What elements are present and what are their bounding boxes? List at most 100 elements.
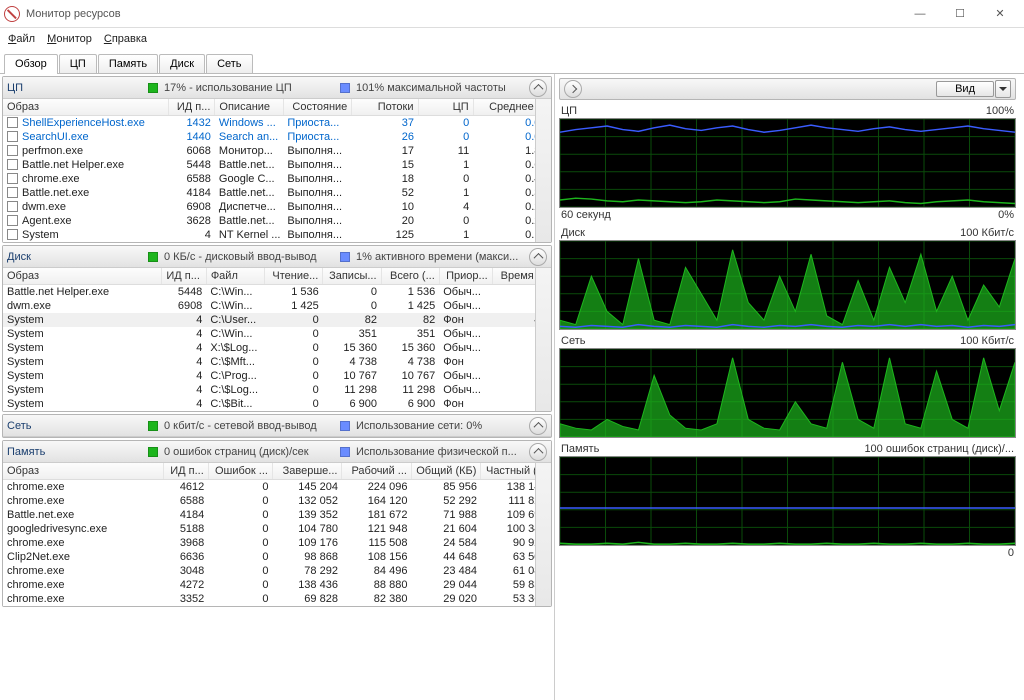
table-row[interactable]: System4C:\$Log...011 29811 298Обыч...2 <box>3 383 551 397</box>
checkbox[interactable] <box>7 159 18 170</box>
table-row[interactable]: chrome.exe3352069 82882 38029 02053 360 <box>3 592 551 606</box>
collapse-icon[interactable] <box>529 79 547 97</box>
table-row[interactable]: chrome.exe46120145 204224 09685 956138 1… <box>3 480 551 495</box>
mem-panel-label: Память <box>7 446 142 458</box>
table-row[interactable]: Clip2Net.exe6636098 868108 15644 64863 5… <box>3 550 551 564</box>
column-header[interactable]: Рабочий ... <box>342 463 412 480</box>
table-row[interactable]: chrome.exe6588Google C...Выполня...1800.… <box>3 172 551 186</box>
column-header[interactable]: Общий (КБ) <box>411 463 481 480</box>
disk-panel-header[interactable]: Диск 0 КБ/с - дисковый ввод-вывод 1% акт… <box>3 246 551 268</box>
mem-panel: Память 0 ошибок страниц (диск)/сек Испол… <box>2 440 552 607</box>
chart-title: Диск <box>561 227 585 239</box>
column-header[interactable]: Потоки <box>352 99 418 116</box>
column-header[interactable]: Чтение... <box>265 268 323 285</box>
column-header[interactable]: ИД п... <box>162 268 206 285</box>
expand-icon[interactable] <box>564 80 582 98</box>
tabbar: Обзор ЦП Память Диск Сеть <box>0 50 1024 74</box>
tab-cpu[interactable]: ЦП <box>59 54 97 73</box>
mem-stat-phys: Использование физической п... <box>356 446 517 458</box>
column-header[interactable]: ИД п... <box>169 99 215 116</box>
scrollbar[interactable] <box>535 463 551 606</box>
menu-monitor[interactable]: Монитор <box>47 33 92 45</box>
collapse-icon[interactable] <box>529 248 547 266</box>
checkbox[interactable] <box>7 215 18 226</box>
menu-help[interactable]: Справка <box>104 33 147 45</box>
table-row[interactable]: Battle.net Helper.exe5448C:\Win...1 5360… <box>3 285 551 300</box>
checkbox[interactable] <box>7 145 18 156</box>
menubar: Файл Монитор Справка <box>0 28 1024 50</box>
legend-green-icon <box>148 252 158 262</box>
table-row[interactable]: System4C:\Prog...010 76710 767Обыч...3 <box>3 369 551 383</box>
maximize-button[interactable]: ☐ <box>940 0 980 28</box>
table-row[interactable]: System4C:\User...08282Фон48 <box>3 313 551 327</box>
tab-disk[interactable]: Диск <box>159 54 205 73</box>
column-header[interactable]: Всего (... <box>381 268 439 285</box>
table-row[interactable]: dwm.exe6908Диспетче...Выполня...1040.25 <box>3 200 551 214</box>
tab-memory[interactable]: Память <box>98 54 158 73</box>
disk-panel: Диск 0 КБ/с - дисковый ввод-вывод 1% акт… <box>2 245 552 412</box>
column-header[interactable]: Заверше... <box>272 463 342 480</box>
close-button[interactable]: ✕ <box>980 0 1020 28</box>
table-row[interactable]: System4C:\Win...0351351Обыч...4 <box>3 327 551 341</box>
table-row[interactable]: chrome.exe3048078 29284 49623 48461 088 <box>3 564 551 578</box>
view-dropdown-icon[interactable] <box>995 80 1011 98</box>
table-row[interactable]: System4NT Kernel ...Выполня...12510.17 <box>3 228 551 242</box>
table-row[interactable]: googledrivesync.exe51880104 780121 94821… <box>3 522 551 536</box>
table-row[interactable]: Battle.net Helper.exe5448Battle.net...Вы… <box>3 158 551 172</box>
mem-table: ОбразИД п...Ошибок ...Заверше...Рабочий … <box>3 463 551 606</box>
table-row[interactable]: ShellExperienceHost.exe1432Windows ...Пр… <box>3 116 551 131</box>
cpu-panel-header[interactable]: ЦП 17% - использование ЦП 101% максималь… <box>3 77 551 99</box>
column-header[interactable]: Состояние <box>283 99 351 116</box>
chart-Диск: Диск100 Кбит/с <box>559 226 1016 330</box>
table-row[interactable]: chrome.exe65880132 052164 12052 292111 8… <box>3 494 551 508</box>
column-header[interactable]: Файл <box>206 268 264 285</box>
table-row[interactable]: perfmon.exe6068Монитор...Выполня...17111… <box>3 144 551 158</box>
checkbox[interactable] <box>7 201 18 212</box>
checkbox[interactable] <box>7 187 18 198</box>
table-row[interactable]: chrome.exe39680109 176115 50824 58490 92… <box>3 536 551 550</box>
view-button[interactable]: Вид <box>936 81 994 97</box>
minimize-button[interactable]: — <box>900 0 940 28</box>
checkbox[interactable] <box>7 131 18 142</box>
legend-blue-icon <box>340 421 350 431</box>
column-header[interactable]: Приор... <box>439 268 492 285</box>
column-header[interactable]: ИД п... <box>163 463 208 480</box>
menu-file[interactable]: Файл <box>8 33 35 45</box>
net-panel-header[interactable]: Сеть 0 кбит/с - сетевой ввод-вывод Испол… <box>3 415 551 437</box>
table-row[interactable]: Agent.exe3628Battle.net...Выполня...2000… <box>3 214 551 228</box>
table-row[interactable]: Battle.net.exe4184Battle.net...Выполня..… <box>3 186 551 200</box>
table-row[interactable]: System4C:\$Mft...04 7384 738Фон2 <box>3 355 551 369</box>
right-pane: Вид ЦП100% 60 секунд0% Диск100 Кбит/с Се… <box>555 74 1024 700</box>
table-row[interactable]: SearchUI.exe1440Search an...Приоста...26… <box>3 130 551 144</box>
table-row[interactable]: chrome.exe42720138 43688 88029 04459 836 <box>3 578 551 592</box>
chart-footer-right: 0% <box>998 209 1014 221</box>
column-header[interactable]: Образ <box>3 268 162 285</box>
column-header[interactable]: Образ <box>3 463 163 480</box>
table-row[interactable]: dwm.exe6908C:\Win...1 42501 425Обыч...4 <box>3 299 551 313</box>
mem-stat-faults: 0 ошибок страниц (диск)/сек <box>164 446 334 458</box>
collapse-icon[interactable] <box>529 417 547 435</box>
chart-canvas <box>559 118 1016 208</box>
scrollbar[interactable] <box>535 99 551 242</box>
tab-overview[interactable]: Обзор <box>4 54 58 74</box>
scrollbar[interactable] <box>535 268 551 411</box>
column-header[interactable]: ЦП <box>418 99 473 116</box>
mem-panel-header[interactable]: Память 0 ошибок страниц (диск)/сек Испол… <box>3 441 551 463</box>
column-header[interactable]: Описание <box>215 99 283 116</box>
chart-Сеть: Сеть100 Кбит/с <box>559 334 1016 438</box>
legend-green-icon <box>148 83 158 93</box>
checkbox[interactable] <box>7 229 18 240</box>
column-header[interactable]: Записы... <box>323 268 381 285</box>
table-row[interactable]: System4X:\$Log...015 36015 360Обыч...4 <box>3 341 551 355</box>
chart-footer-right: 0 <box>1008 547 1014 559</box>
column-header[interactable]: Образ <box>3 99 169 116</box>
collapse-icon[interactable] <box>529 443 547 461</box>
checkbox[interactable] <box>7 117 18 128</box>
table-row[interactable]: Battle.net.exe41840139 352181 67271 9881… <box>3 508 551 522</box>
tab-network[interactable]: Сеть <box>206 54 252 73</box>
table-row[interactable]: System4C:\$Bit...06 9006 900Фон2 <box>3 397 551 411</box>
column-header[interactable]: Ошибок ... <box>208 463 272 480</box>
window-title: Монитор ресурсов <box>26 8 900 20</box>
checkbox[interactable] <box>7 173 18 184</box>
legend-blue-icon <box>340 447 350 457</box>
